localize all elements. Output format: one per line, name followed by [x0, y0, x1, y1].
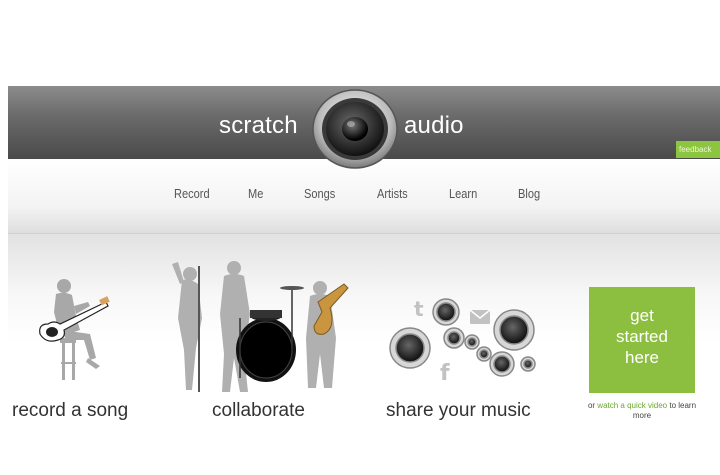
nav-item-artists[interactable]: Artists	[377, 186, 408, 201]
feedback-tab[interactable]: feedback	[676, 141, 720, 158]
logo-text-audio: audio	[404, 112, 464, 139]
logo-text-scratch: scratch	[219, 112, 298, 139]
feature-label-share[interactable]: share your music	[386, 400, 531, 422]
svg-text:f: f	[440, 361, 450, 382]
feature-label-collaborate[interactable]: collaborate	[212, 400, 305, 422]
cta-subtext: or watch a quick video to learn more	[585, 401, 699, 421]
speaker-logo-icon[interactable]	[311, 88, 399, 170]
watch-video-link[interactable]: watch a quick video	[597, 401, 667, 410]
band-icon[interactable]	[168, 258, 353, 398]
nav-item-learn[interactable]: Learn	[449, 186, 477, 201]
nav-item-me[interactable]: Me	[248, 186, 263, 201]
share-speakers-icon[interactable]: t f	[388, 296, 538, 382]
get-started-label: get started here	[616, 306, 668, 367]
guitarist-icon[interactable]	[30, 276, 110, 386]
cta-sub-prefix: or	[587, 401, 596, 410]
get-started-button[interactable]: get started here	[589, 287, 695, 393]
feature-label-record[interactable]: record a song	[12, 400, 128, 422]
nav-item-songs[interactable]: Songs	[304, 186, 335, 201]
svg-text:t: t	[414, 297, 424, 321]
nav-item-blog[interactable]: Blog	[518, 186, 540, 201]
nav-item-record[interactable]: Record	[174, 186, 210, 201]
nav-bar	[8, 159, 720, 234]
